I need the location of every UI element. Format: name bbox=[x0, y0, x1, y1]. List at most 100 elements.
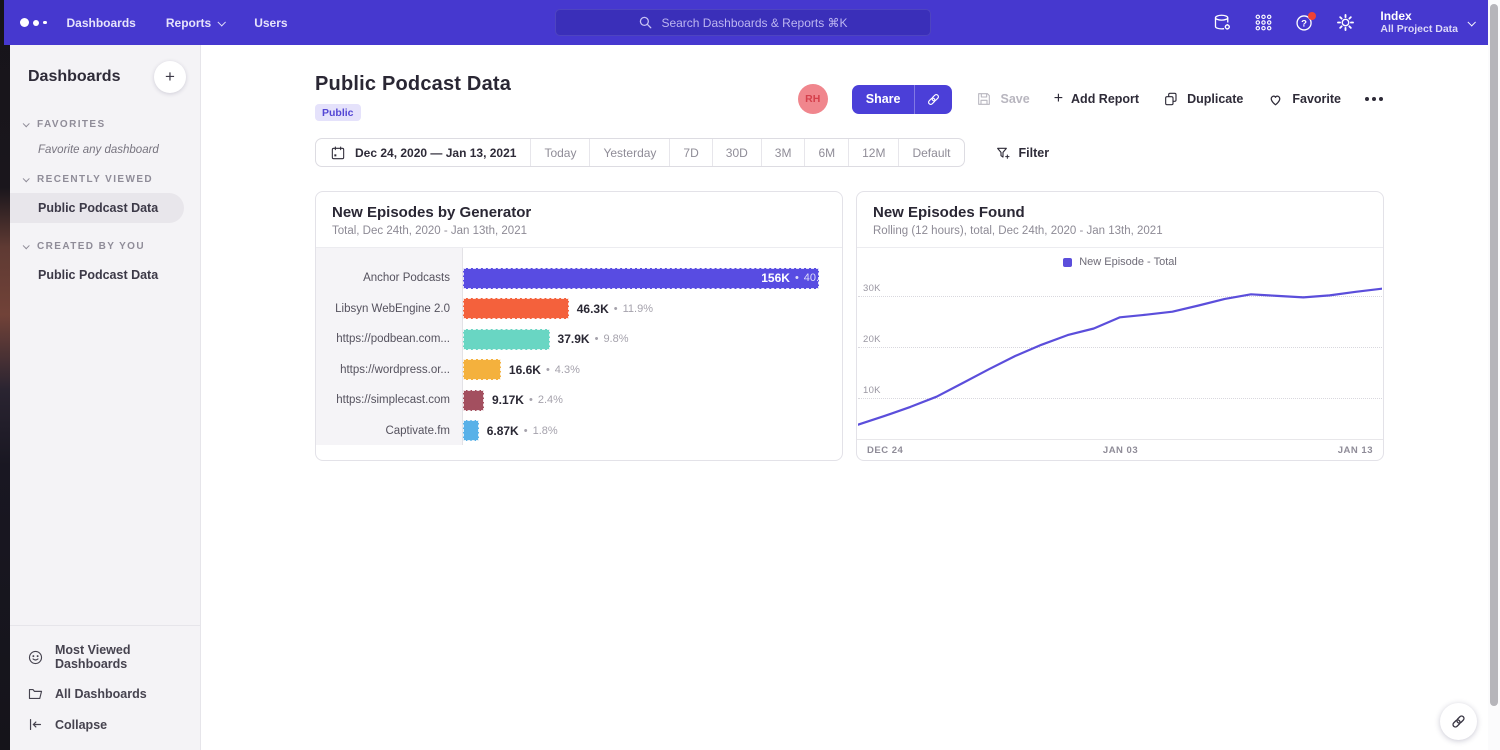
duplicate-icon bbox=[1163, 91, 1179, 107]
heart-icon bbox=[1267, 91, 1284, 108]
bar-chart: Anchor Podcasts 156K • 40.3% Libsyn WebE… bbox=[316, 248, 842, 460]
apps-grid-icon[interactable] bbox=[1251, 11, 1275, 35]
preset-12m[interactable]: 12M bbox=[848, 139, 898, 166]
section-recently-viewed[interactable]: RECENTLY VIEWED bbox=[10, 174, 200, 185]
global-search-input[interactable]: Search Dashboards & Reports ⌘K bbox=[555, 9, 931, 36]
add-report-button[interactable]: + Add Report bbox=[1054, 90, 1139, 108]
date-toolbar: Dec 24, 2020 — Jan 13, 2021 Today Yester… bbox=[315, 138, 1488, 167]
main-content: Public Podcast Data Public RH Share bbox=[201, 45, 1488, 750]
filter-icon bbox=[995, 145, 1011, 161]
save-button[interactable]: Save bbox=[976, 91, 1029, 107]
preset-today[interactable]: Today bbox=[530, 139, 589, 166]
most-viewed-dashboards-button[interactable]: Most Viewed Dashboards bbox=[10, 636, 200, 678]
bar-category-label: https://simplecast.com bbox=[316, 394, 463, 406]
chart-title[interactable]: New Episodes by Generator bbox=[332, 204, 826, 221]
help-icon[interactable]: ? bbox=[1292, 11, 1316, 35]
bar-value-label: 46.3K • 11.9% bbox=[577, 298, 653, 319]
amplitude-logo-icon[interactable] bbox=[20, 18, 47, 27]
bar-category-label: https://wordpress.or... bbox=[316, 364, 463, 376]
top-navbar: Dashboards Reports Users Search Dashboar… bbox=[4, 0, 1488, 45]
sidebar-item-public-podcast-data[interactable]: Public Podcast Data bbox=[10, 260, 200, 290]
header-actions: RH Share Save bbox=[798, 84, 1383, 114]
bar-category-label: Libsyn WebEngine 2.0 bbox=[316, 303, 463, 315]
chevron-down-icon bbox=[23, 175, 30, 182]
copy-link-button[interactable] bbox=[914, 85, 952, 114]
project-scope: All Project Data bbox=[1380, 23, 1458, 36]
preset-yesterday[interactable]: Yesterday bbox=[589, 139, 669, 166]
bar-chart-card: New Episodes by Generator Total, Dec 24t… bbox=[315, 191, 843, 461]
bar-value-label: 6.87K • 1.8% bbox=[487, 420, 558, 441]
preset-30d[interactable]: 30D bbox=[712, 139, 761, 166]
scrollbar-thumb[interactable] bbox=[1490, 4, 1498, 706]
bar[interactable] bbox=[463, 390, 484, 411]
date-range-picker[interactable]: Dec 24, 2020 — Jan 13, 2021 bbox=[316, 139, 530, 166]
add-dashboard-button[interactable]: + bbox=[154, 61, 186, 93]
section-created-by-you[interactable]: CREATED BY YOU bbox=[10, 241, 200, 252]
duplicate-button[interactable]: Duplicate bbox=[1163, 91, 1243, 107]
more-options-button[interactable] bbox=[1365, 93, 1383, 105]
sidebar: Dashboards + FAVORITES Favorite any dash… bbox=[10, 45, 201, 750]
favorites-empty-hint: Favorite any dashboard bbox=[10, 130, 200, 156]
bar-row[interactable]: Libsyn WebEngine 2.0 46.3K • 11.9% bbox=[316, 294, 842, 325]
x-axis-tick: JAN 03 bbox=[1103, 445, 1138, 456]
avatar[interactable]: RH bbox=[798, 84, 828, 114]
public-badge: Public bbox=[315, 104, 361, 121]
legend-swatch bbox=[1063, 258, 1072, 267]
bar-row[interactable]: https://podbean.com... 37.9K • 9.8% bbox=[316, 324, 842, 355]
filter-button[interactable]: Filter bbox=[995, 145, 1050, 161]
chart-title[interactable]: New Episodes Found bbox=[873, 204, 1367, 221]
preset-6m[interactable]: 6M bbox=[804, 139, 848, 166]
svg-text:?: ? bbox=[1301, 18, 1307, 29]
chart-subtitle: Rolling (12 hours), total, Dec 24th, 202… bbox=[873, 225, 1367, 237]
chevron-down-icon bbox=[1467, 18, 1475, 26]
bar-value-label: 37.9K • 9.8% bbox=[558, 329, 629, 350]
favorite-button[interactable]: Favorite bbox=[1267, 91, 1341, 108]
bar-row[interactable]: https://simplecast.com 9.17K • 2.4% bbox=[316, 385, 842, 416]
notification-badge bbox=[1308, 12, 1316, 20]
data-sources-icon[interactable] bbox=[1210, 11, 1234, 35]
bar-value-label: 156K • 40.3% bbox=[761, 268, 835, 289]
bar-category-label: Captivate.fm bbox=[316, 425, 463, 437]
section-favorites[interactable]: FAVORITES bbox=[10, 119, 200, 130]
search-icon bbox=[638, 15, 653, 30]
link-icon bbox=[925, 91, 942, 108]
settings-gear-icon[interactable] bbox=[1333, 11, 1357, 35]
link-icon bbox=[1449, 712, 1468, 731]
smiley-icon bbox=[27, 649, 44, 666]
bar-value-label: 16.6K • 4.3% bbox=[509, 359, 580, 380]
line-plot[interactable]: 30K 20K 10K bbox=[858, 276, 1382, 439]
page-title: Public Podcast Data bbox=[315, 73, 511, 96]
bar[interactable] bbox=[463, 329, 550, 350]
legend-label[interactable]: New Episode - Total bbox=[1079, 256, 1177, 268]
bar-row[interactable]: Anchor Podcasts 156K • 40.3% bbox=[316, 263, 842, 294]
floating-copy-link-button[interactable] bbox=[1440, 703, 1477, 740]
nav-reports[interactable]: Reports bbox=[166, 16, 224, 30]
bar-value-label: 9.17K • 2.4% bbox=[492, 390, 563, 411]
collapse-left-icon bbox=[27, 716, 44, 733]
chevron-down-icon bbox=[218, 18, 226, 26]
collapse-sidebar-button[interactable]: Collapse bbox=[10, 709, 200, 740]
share-button[interactable]: Share bbox=[852, 85, 915, 114]
bar-row[interactable]: https://wordpress.or... 16.6K • 4.3% bbox=[316, 355, 842, 386]
bar-category-label: Anchor Podcasts bbox=[316, 272, 463, 284]
all-dashboards-button[interactable]: All Dashboards bbox=[10, 678, 200, 709]
bar-row[interactable]: Captivate.fm 6.87K • 1.8% bbox=[316, 416, 842, 447]
calendar-icon bbox=[330, 145, 346, 161]
preset-default[interactable]: Default bbox=[898, 139, 963, 166]
bar[interactable] bbox=[463, 359, 501, 380]
navbar-right: ? Index All Project Data bbox=[1210, 0, 1474, 45]
bar[interactable] bbox=[463, 420, 479, 441]
search-placeholder: Search Dashboards & Reports ⌘K bbox=[661, 16, 847, 30]
project-name: Index bbox=[1380, 9, 1458, 23]
save-icon bbox=[976, 91, 992, 107]
sidebar-item-public-podcast-data[interactable]: Public Podcast Data bbox=[10, 193, 184, 223]
nav-dashboards[interactable]: Dashboards bbox=[67, 16, 136, 30]
preset-3m[interactable]: 3M bbox=[761, 139, 805, 166]
chart-legend: New Episode - Total bbox=[857, 248, 1383, 276]
nav-users[interactable]: Users bbox=[254, 16, 287, 30]
project-switcher[interactable]: Index All Project Data bbox=[1380, 9, 1474, 36]
bar[interactable] bbox=[463, 298, 569, 319]
preset-7d[interactable]: 7D bbox=[669, 139, 711, 166]
chevron-down-icon bbox=[23, 120, 30, 127]
scrollbar-track[interactable] bbox=[1488, 0, 1500, 750]
